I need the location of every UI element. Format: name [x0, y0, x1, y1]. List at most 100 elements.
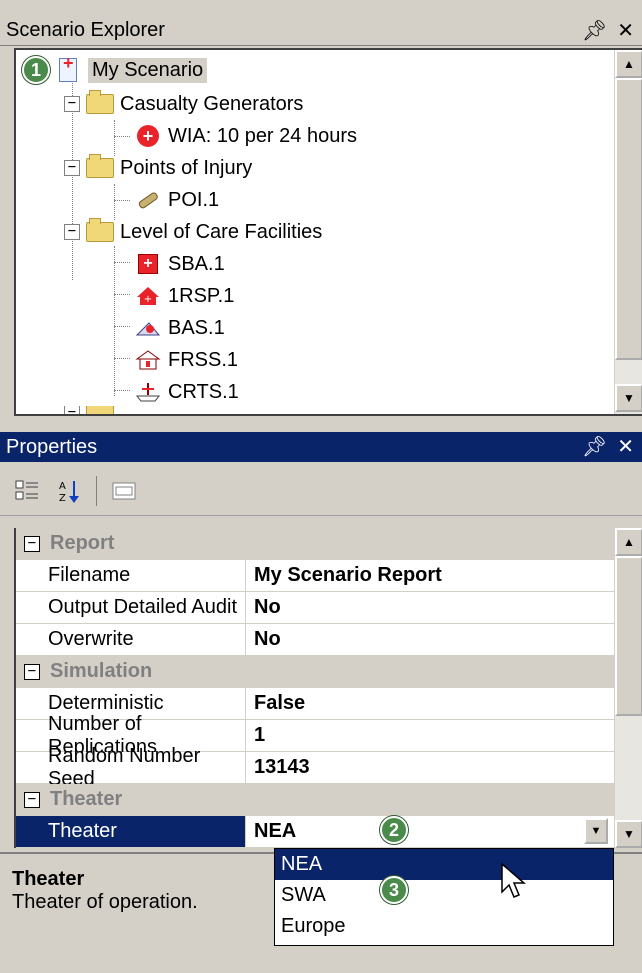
property-value[interactable]: False [246, 688, 614, 719]
toolbar-separator [96, 475, 97, 506]
tree-item-label: POI.1 [168, 188, 220, 211]
tree-item-label: FRSS.1 [168, 348, 239, 371]
collapse-icon: − [64, 406, 80, 414]
pin-icon[interactable]: 📌︎ [582, 18, 607, 43]
property-grid[interactable]: − Report Filename My Scenario Report Out… [14, 528, 614, 848]
property-value[interactable]: 13143 [246, 752, 614, 783]
property-value[interactable]: No [246, 624, 614, 655]
collapse-icon[interactable]: − [24, 535, 40, 552]
category-label: Report [50, 532, 115, 554]
properties-title: Properties [6, 435, 98, 458]
scroll-thumb[interactable] [615, 78, 642, 360]
red-cross-icon: + [134, 124, 162, 148]
svg-text:+: + [144, 294, 152, 305]
svg-text:Z: Z [59, 493, 66, 504]
property-row-theater[interactable]: Theater NEA [16, 816, 614, 848]
mouse-cursor-icon [501, 862, 526, 898]
category-label: Simulation [50, 660, 153, 682]
bandage-icon [134, 188, 162, 212]
dropdown-option-europe[interactable]: Europe [275, 911, 613, 942]
theater-dropdown-list[interactable]: NEA SWA Europe [274, 848, 614, 946]
dropdown-option-swa[interactable]: SWA [275, 880, 613, 911]
tree-item-wia[interactable]: + WIA: 10 per 24 hours [134, 120, 357, 152]
tree-item-casualty-generators[interactable]: − Casualty Generators [64, 88, 303, 120]
tree-item-partial: − [64, 406, 120, 414]
tree-item-label: CRTS.1 [168, 380, 239, 403]
property-name: Overwrite [16, 624, 246, 655]
tree-item-root[interactable]: My Scenario [54, 53, 208, 86]
surgical-house-icon [134, 348, 162, 372]
property-name: Random Number Seed [16, 745, 246, 790]
property-row-filename[interactable]: Filename My Scenario Report [16, 560, 614, 592]
collapse-icon[interactable]: − [24, 663, 40, 680]
property-row-seed[interactable]: Random Number Seed 13143 [16, 745, 614, 790]
folder-icon [86, 218, 114, 244]
collapse-icon[interactable]: − [24, 791, 40, 808]
collapse-icon[interactable]: − [64, 224, 80, 240]
ship-icon [134, 380, 162, 404]
category-label: Theater [50, 788, 123, 810]
property-value[interactable]: 1 [246, 720, 614, 751]
tree-item-points-of-injury[interactable]: − Points of Injury [64, 152, 252, 184]
category-theater[interactable]: − Theater [16, 784, 614, 816]
tree-item-label: Points of Injury [120, 156, 253, 179]
dropdown-arrow-icon[interactable]: ▼ [584, 818, 608, 844]
scroll-down-icon[interactable]: ▼ [615, 820, 642, 848]
scroll-up-icon[interactable]: ▲ [615, 50, 642, 78]
dropdown-option-nea[interactable]: NEA [275, 849, 613, 880]
tree-item-crts[interactable]: CRTS.1 [134, 376, 239, 408]
scroll-thumb[interactable] [615, 556, 642, 716]
aid-station-icon [134, 316, 162, 340]
pin-icon[interactable]: 📌︎ [582, 434, 607, 459]
property-row-audit[interactable]: Output Detailed Audit No [16, 592, 614, 624]
scenario-tree[interactable]: My Scenario − Casualty Generators + WIA:… [14, 48, 642, 416]
theater-select[interactable]: NEA [246, 816, 614, 847]
tree-item-poi[interactable]: POI.1 [134, 184, 219, 216]
property-value[interactable]: No [246, 592, 614, 623]
folder-icon [86, 90, 114, 116]
properties-toolbar: AZ [0, 466, 642, 516]
svg-text:A: A [59, 481, 66, 492]
folder-icon [86, 406, 114, 414]
scenario-doc-icon [54, 53, 82, 82]
property-name: Theater [16, 816, 246, 847]
tree-item-1rsp[interactable]: + 1RSP.1 [134, 280, 234, 312]
tree-item-frss[interactable]: FRSS.1 [134, 344, 238, 376]
property-row-overwrite[interactable]: Overwrite No [16, 624, 614, 656]
collapse-icon[interactable]: − [64, 160, 80, 176]
property-grid-scrollbar[interactable]: ▲ ▼ [614, 528, 642, 848]
tree-item-label: Level of Care Facilities [120, 220, 323, 243]
properties-titlebar: Properties 📌︎ ✕ [0, 432, 642, 462]
folder-icon [86, 154, 114, 180]
property-name: Output Detailed Audit [16, 592, 246, 623]
tree-item-label: WIA: 10 per 24 hours [168, 124, 357, 147]
collapse-icon[interactable]: − [64, 96, 80, 112]
scroll-down-icon[interactable]: ▼ [615, 384, 642, 412]
callout-badge: 3 [380, 876, 408, 904]
callout-badge: 1 [22, 56, 50, 84]
tree-item-bas[interactable]: BAS.1 [134, 312, 225, 344]
close-icon[interactable]: ✕ [617, 18, 634, 43]
sort-alphabetical-icon[interactable]: AZ [54, 476, 84, 506]
tree-item-label: Casualty Generators [120, 92, 304, 115]
tree-item-level-of-care[interactable]: − Level of Care Facilities [64, 216, 322, 248]
tree-item-sba[interactable]: + SBA.1 [134, 248, 225, 280]
red-square-cross-icon: + [134, 252, 162, 276]
category-simulation[interactable]: − Simulation [16, 656, 614, 688]
tree-item-label: SBA.1 [168, 252, 225, 275]
medical-tent-icon: + [134, 284, 162, 308]
category-report[interactable]: − Report [16, 528, 614, 560]
tree-item-label: BAS.1 [168, 316, 225, 339]
callout-badge: 2 [380, 816, 408, 844]
scenario-explorer-title: Scenario Explorer [6, 19, 165, 41]
tree-item-label: My Scenario [88, 57, 208, 83]
scroll-up-icon[interactable]: ▲ [615, 528, 642, 556]
tree-scrollbar[interactable]: ▲ ▼ [614, 50, 642, 414]
close-icon[interactable]: ✕ [617, 434, 634, 459]
property-pages-icon[interactable] [109, 476, 139, 506]
categorized-icon[interactable] [12, 476, 42, 506]
property-value[interactable]: My Scenario Report [246, 560, 614, 591]
property-name: Filename [16, 560, 246, 591]
tree-item-label: 1RSP.1 [168, 284, 235, 307]
scenario-explorer-titlebar: Scenario Explorer 📌︎ ✕ [0, 16, 642, 46]
